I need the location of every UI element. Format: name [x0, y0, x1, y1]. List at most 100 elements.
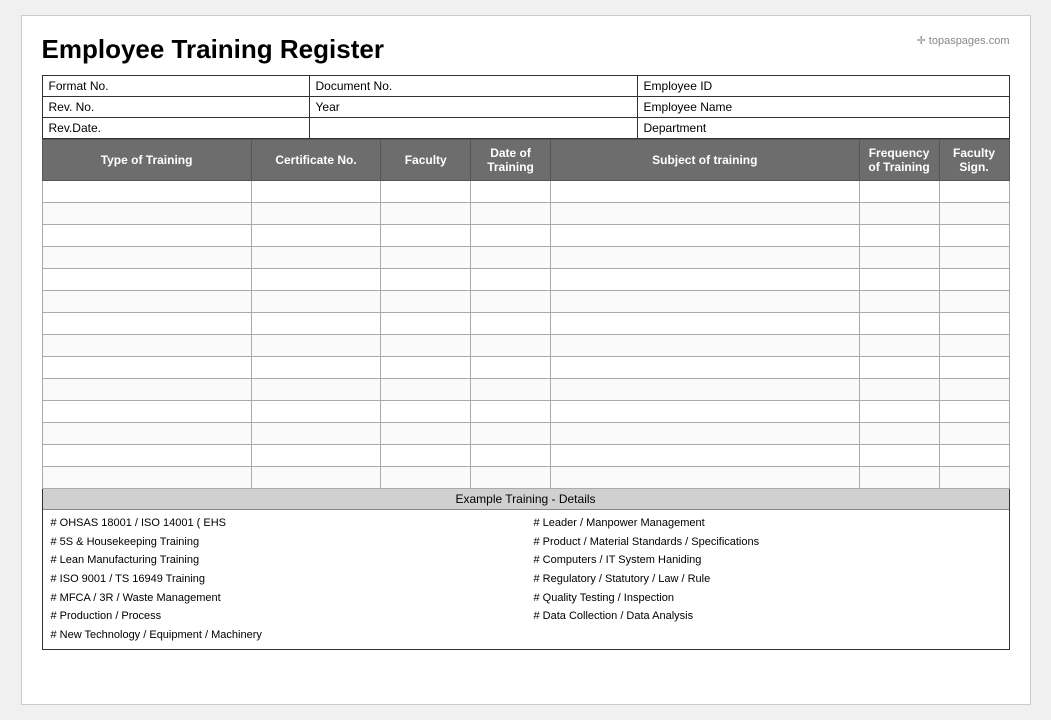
table-cell[interactable]: [381, 181, 471, 203]
table-cell[interactable]: [42, 313, 251, 335]
table-cell[interactable]: [381, 313, 471, 335]
table-cell[interactable]: [251, 313, 381, 335]
table-cell[interactable]: [42, 225, 251, 247]
table-cell[interactable]: [471, 379, 551, 401]
table-cell[interactable]: [251, 335, 381, 357]
table-cell[interactable]: [251, 357, 381, 379]
table-cell[interactable]: [939, 291, 1009, 313]
table-cell[interactable]: [859, 357, 939, 379]
department-label: Department: [637, 118, 1009, 139]
table-cell[interactable]: [381, 401, 471, 423]
table-cell[interactable]: [471, 357, 551, 379]
table-cell[interactable]: [550, 401, 859, 423]
table-cell[interactable]: [859, 467, 939, 489]
table-cell[interactable]: [251, 247, 381, 269]
table-cell[interactable]: [42, 357, 251, 379]
table-cell[interactable]: [859, 313, 939, 335]
table-cell[interactable]: [381, 203, 471, 225]
table-cell[interactable]: [550, 467, 859, 489]
table-cell[interactable]: [859, 401, 939, 423]
table-cell[interactable]: [550, 269, 859, 291]
table-cell[interactable]: [550, 247, 859, 269]
table-cell[interactable]: [939, 423, 1009, 445]
table-cell[interactable]: [939, 247, 1009, 269]
table-cell[interactable]: [550, 291, 859, 313]
table-cell[interactable]: [251, 467, 381, 489]
table-cell[interactable]: [939, 335, 1009, 357]
table-cell[interactable]: [471, 181, 551, 203]
table-cell[interactable]: [939, 181, 1009, 203]
table-cell[interactable]: [939, 313, 1009, 335]
table-cell[interactable]: [471, 225, 551, 247]
table-cell[interactable]: [859, 379, 939, 401]
table-cell[interactable]: [939, 379, 1009, 401]
table-cell[interactable]: [381, 269, 471, 291]
table-cell[interactable]: [550, 423, 859, 445]
table-cell[interactable]: [550, 313, 859, 335]
table-cell[interactable]: [550, 181, 859, 203]
table-cell[interactable]: [939, 269, 1009, 291]
table-cell[interactable]: [42, 467, 251, 489]
table-cell[interactable]: [42, 291, 251, 313]
table-cell[interactable]: [550, 445, 859, 467]
table-cell[interactable]: [939, 401, 1009, 423]
table-cell[interactable]: [381, 445, 471, 467]
table-cell[interactable]: [251, 379, 381, 401]
table-cell[interactable]: [251, 291, 381, 313]
table-cell[interactable]: [550, 357, 859, 379]
table-cell[interactable]: [251, 181, 381, 203]
table-cell[interactable]: [550, 203, 859, 225]
table-cell[interactable]: [381, 423, 471, 445]
table-cell[interactable]: [251, 423, 381, 445]
table-cell[interactable]: [471, 203, 551, 225]
table-cell[interactable]: [859, 181, 939, 203]
table-cell[interactable]: [859, 203, 939, 225]
table-cell[interactable]: [859, 423, 939, 445]
table-cell[interactable]: [859, 335, 939, 357]
table-cell[interactable]: [471, 247, 551, 269]
table-cell[interactable]: [859, 247, 939, 269]
table-cell[interactable]: [42, 379, 251, 401]
table-cell[interactable]: [42, 445, 251, 467]
table-cell[interactable]: [859, 269, 939, 291]
table-cell[interactable]: [550, 225, 859, 247]
table-cell[interactable]: [471, 423, 551, 445]
table-cell[interactable]: [471, 401, 551, 423]
table-cell[interactable]: [251, 401, 381, 423]
table-cell[interactable]: [42, 203, 251, 225]
table-cell[interactable]: [471, 269, 551, 291]
table-cell[interactable]: [251, 203, 381, 225]
table-cell[interactable]: [42, 401, 251, 423]
table-cell[interactable]: [381, 291, 471, 313]
table-cell[interactable]: [939, 445, 1009, 467]
table-cell[interactable]: [550, 379, 859, 401]
table-cell[interactable]: [381, 467, 471, 489]
table-cell[interactable]: [859, 445, 939, 467]
table-cell[interactable]: [939, 225, 1009, 247]
table-cell[interactable]: [42, 247, 251, 269]
table-cell[interactable]: [471, 445, 551, 467]
table-cell[interactable]: [381, 335, 471, 357]
table-cell[interactable]: [939, 467, 1009, 489]
table-cell[interactable]: [550, 335, 859, 357]
table-cell[interactable]: [42, 269, 251, 291]
footer-item: # Leader / Manpower Management: [534, 514, 1001, 533]
table-cell[interactable]: [939, 357, 1009, 379]
table-cell[interactable]: [42, 423, 251, 445]
table-cell[interactable]: [471, 313, 551, 335]
table-cell[interactable]: [381, 379, 471, 401]
table-cell[interactable]: [471, 467, 551, 489]
table-cell[interactable]: [939, 203, 1009, 225]
table-cell[interactable]: [859, 225, 939, 247]
table-cell[interactable]: [381, 225, 471, 247]
table-cell[interactable]: [251, 269, 381, 291]
table-cell[interactable]: [471, 335, 551, 357]
table-cell[interactable]: [381, 357, 471, 379]
table-cell[interactable]: [251, 225, 381, 247]
table-cell[interactable]: [471, 291, 551, 313]
table-cell[interactable]: [381, 247, 471, 269]
table-cell[interactable]: [859, 291, 939, 313]
table-cell[interactable]: [251, 445, 381, 467]
table-cell[interactable]: [42, 181, 251, 203]
table-cell[interactable]: [42, 335, 251, 357]
